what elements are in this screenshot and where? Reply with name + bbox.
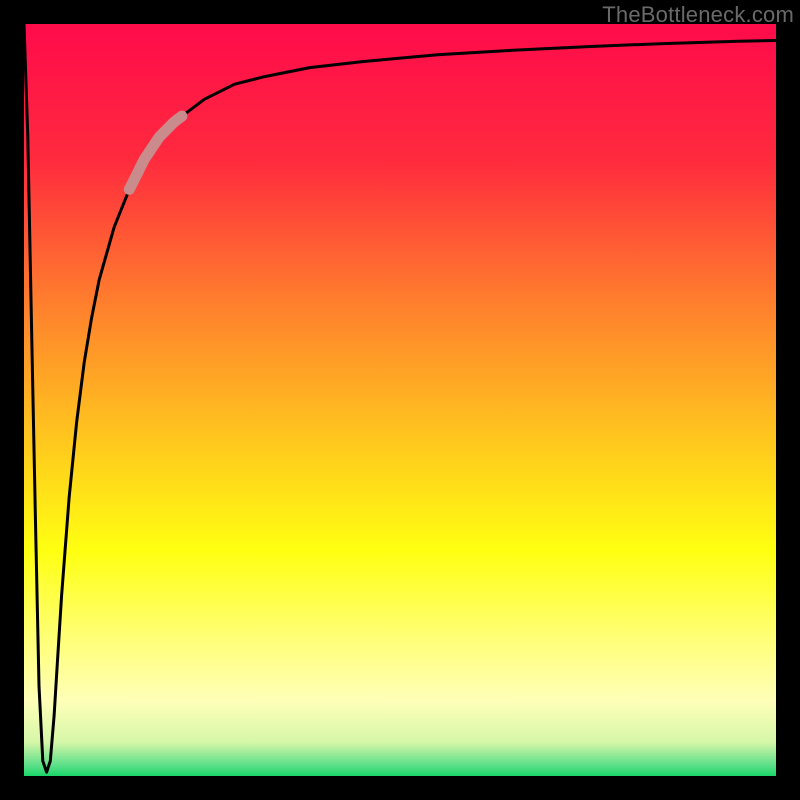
- curve-layer: [24, 24, 776, 776]
- chart-frame: TheBottleneck.com: [0, 0, 800, 800]
- plot-area: [24, 24, 776, 776]
- attribution-text: TheBottleneck.com: [602, 2, 794, 28]
- curve-highlight: [129, 116, 182, 189]
- bottleneck-curve: [24, 24, 776, 772]
